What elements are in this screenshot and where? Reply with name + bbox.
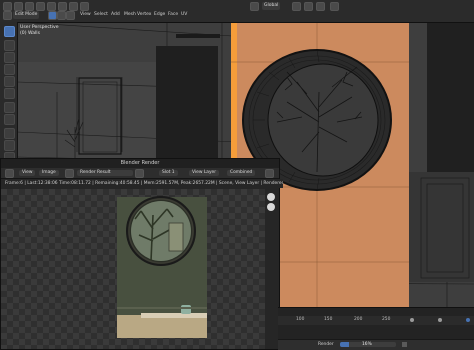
render-job-label: Render	[318, 342, 334, 347]
menu-vertex[interactable]: Vertex	[137, 11, 151, 19]
cursor-tool-icon[interactable]	[4, 40, 15, 51]
menu-view[interactable]: View	[80, 11, 91, 19]
proportional-edit-icon[interactable]	[316, 2, 325, 11]
vertex-mode-icon[interactable]	[58, 2, 67, 11]
image-browse-icon[interactable]	[65, 169, 74, 178]
pan-hand-icon[interactable]	[267, 203, 275, 211]
extrude-tool-icon[interactable]	[4, 128, 15, 139]
object-name: (0) Walls	[20, 31, 40, 36]
frame-tick-label: 100	[296, 317, 305, 322]
render-status-text: Frame:6 | Last:12:38:06 Time:08:11.72 | …	[1, 179, 283, 188]
select-intersect-icon[interactable]	[47, 2, 56, 11]
slot-dropdown[interactable]: Slot 1	[159, 170, 178, 176]
menu-select[interactable]: Select	[94, 11, 108, 19]
select-extend-icon[interactable]	[25, 2, 34, 11]
pivot-icon[interactable]	[292, 2, 301, 11]
orientation-dropdown[interactable]: Global	[262, 2, 281, 10]
render-window[interactable]: Blender Render View Image Render Result …	[0, 158, 283, 350]
keyframe-marker-icon	[410, 318, 414, 322]
render-progress-fill	[340, 342, 349, 347]
select-tool-icon[interactable]	[4, 26, 15, 37]
current-frame-marker-icon	[466, 318, 470, 322]
view-layer-dropdown[interactable]: View Layer	[189, 170, 220, 176]
menu-uv[interactable]: UV	[181, 11, 187, 19]
timeline[interactable]: 100 150 200 250 Render 16%	[278, 307, 474, 350]
render-canvas[interactable]	[1, 189, 265, 349]
edge-mode-icon[interactable]	[69, 2, 78, 11]
menu-image[interactable]: Image	[39, 170, 59, 176]
menu-mesh[interactable]: Mesh	[124, 11, 136, 19]
image-editor-icon[interactable]	[5, 169, 14, 178]
rotate-tool-icon[interactable]	[4, 64, 15, 75]
render-window-title: Blender Render	[1, 159, 279, 168]
tool-shelf	[0, 22, 18, 163]
render-progress-text: 16%	[362, 342, 372, 347]
frame-tick-label: 200	[354, 317, 363, 322]
display-channels-icon[interactable]	[265, 169, 274, 178]
inset-tool-icon[interactable]	[4, 140, 15, 151]
image-editor-header: View Image Render Result Slot 1 View Lay…	[1, 168, 279, 179]
vertex-select-icon[interactable]	[48, 11, 57, 20]
zoom-icon[interactable]	[267, 193, 275, 201]
snap-icon[interactable]	[304, 2, 313, 11]
edge-select-icon[interactable]	[57, 11, 66, 20]
image-name-field[interactable]: Render Result	[77, 170, 133, 176]
header-bar: Edit Mode View Select Add Mesh Vertex Ed…	[0, 0, 474, 23]
transform-orientation-icon[interactable]	[250, 2, 259, 11]
frame-tick-label: 250	[382, 317, 391, 322]
select-subtract-icon[interactable]	[36, 2, 45, 11]
scale-tool-icon[interactable]	[4, 76, 15, 87]
measure-tool-icon[interactable]	[4, 114, 15, 125]
transform-tool-icon[interactable]	[4, 88, 15, 99]
cancel-render-icon[interactable]	[402, 342, 407, 347]
select-box-icon[interactable]	[14, 2, 23, 11]
menu-view-image[interactable]: View	[19, 170, 36, 176]
render-preview-image	[117, 196, 207, 338]
menu-edge[interactable]: Edge	[154, 11, 165, 19]
menu-add[interactable]: Add	[111, 11, 120, 19]
pin-icon[interactable]	[135, 169, 144, 178]
overlay-icon[interactable]	[330, 2, 339, 11]
face-mode-icon[interactable]	[80, 2, 89, 11]
menu-face[interactable]: Face	[168, 11, 178, 19]
keyframe-marker-icon	[438, 318, 442, 322]
status-bar: Render 16%	[278, 339, 474, 350]
face-select-icon[interactable]	[66, 11, 75, 20]
move-tool-icon[interactable]	[4, 52, 15, 63]
pass-dropdown[interactable]: Combined	[227, 170, 256, 176]
editor-menu-icon[interactable]	[3, 11, 12, 20]
mode-dropdown[interactable]: Edit Mode	[13, 11, 40, 19]
annotate-tool-icon[interactable]	[4, 102, 15, 113]
editor-type-icon[interactable]	[3, 2, 12, 11]
frame-tick-label: 150	[324, 317, 333, 322]
timeline-ruler[interactable]: 100 150 200 250	[278, 316, 474, 325]
